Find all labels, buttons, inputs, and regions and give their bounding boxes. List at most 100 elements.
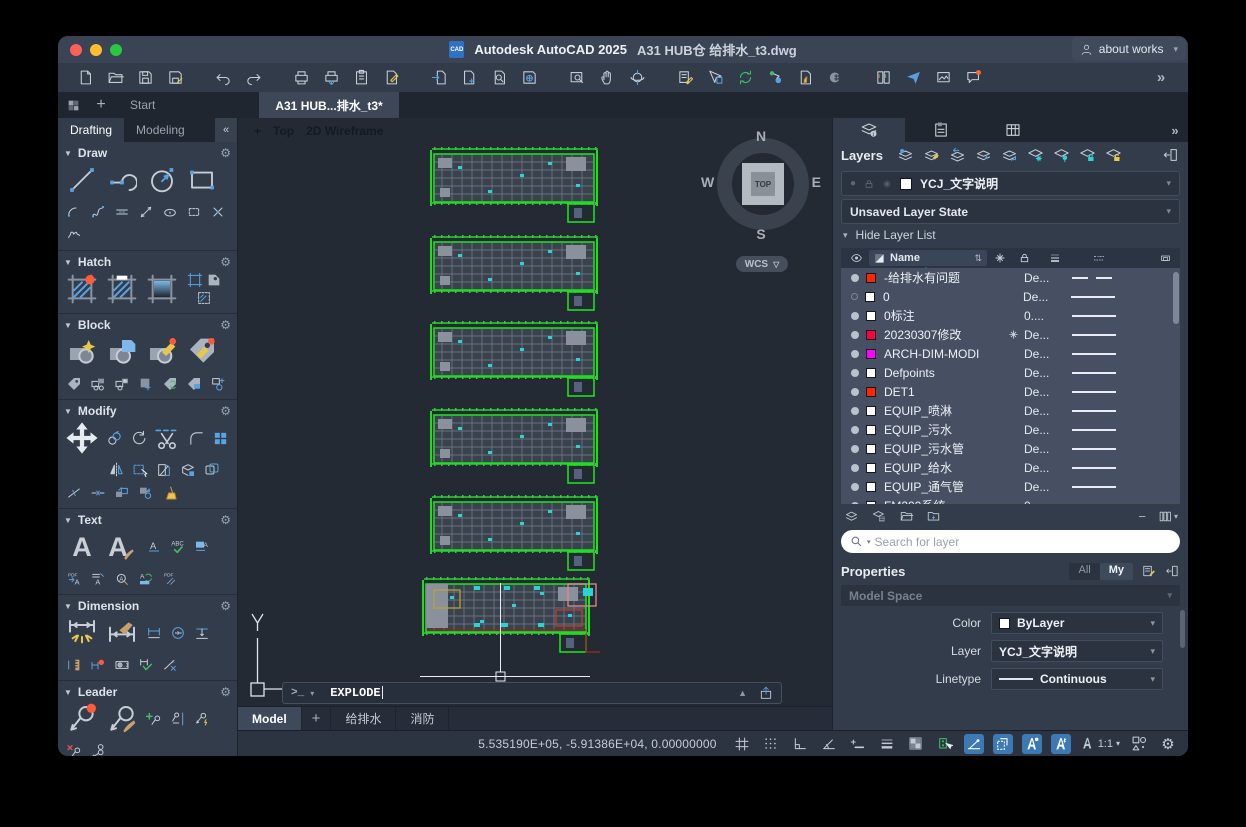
linetype-column-icon[interactable] [1075, 252, 1123, 264]
layer-linetype-label[interactable]: De... [1024, 423, 1066, 437]
drawing-canvas[interactable]: + Top 2D Wireframe [238, 118, 832, 730]
section-collapse-icon[interactable]: ▼ [64, 407, 72, 416]
layer-previous-button[interactable] [948, 146, 967, 164]
view-cube-south[interactable]: S [715, 226, 807, 242]
selection-cycling-toggle[interactable] [935, 734, 955, 754]
layer-list-scrollbar[interactable] [1173, 272, 1179, 324]
object-snap-tracking-toggle[interactable] [993, 734, 1013, 754]
layer-row[interactable]: EQUIP_通气管 De... [841, 477, 1180, 496]
gear-icon[interactable]: ⚙ [220, 318, 231, 332]
properties-scrollbar[interactable] [1180, 610, 1185, 648]
snap-mode-toggle[interactable] [761, 734, 781, 754]
sync-button[interactable] [732, 66, 758, 90]
layer-name[interactable]: 20230307修改 [884, 326, 1002, 343]
layer-visibility-dot[interactable] [851, 407, 859, 415]
new-layout-button[interactable]: + [302, 707, 332, 730]
collect-leaders-tool[interactable] [88, 741, 108, 756]
tab-start[interactable]: Start [114, 92, 171, 118]
layer-color-swatch[interactable] [866, 501, 876, 505]
new-tab-button[interactable]: + [88, 92, 114, 118]
layer-field-dropdown[interactable]: YCJ_文字说明 ▾ [991, 640, 1163, 662]
text-style-tool[interactable]: A [192, 538, 212, 557]
layer-visibility-dot[interactable] [851, 502, 859, 505]
tolerance-tool[interactable] [206, 272, 222, 288]
lock-layer-button[interactable] [1078, 146, 1097, 164]
layer-row[interactable]: -给排水有问题 De... [841, 268, 1180, 287]
ellipse-tool[interactable] [160, 202, 180, 221]
close-window-button[interactable] [70, 44, 82, 56]
toolbar-overflow-button[interactable]: » [1148, 66, 1174, 90]
edit-attribute-tool[interactable] [184, 334, 220, 370]
explode-tool[interactable] [178, 460, 198, 479]
boundary-tool[interactable] [187, 272, 203, 288]
radius-dimension-tool[interactable] [168, 624, 188, 643]
insert-block-tool[interactable] [64, 334, 100, 370]
layer-visibility-dot[interactable] [851, 464, 859, 472]
layer-search[interactable]: ▾ [841, 530, 1180, 553]
offset-tool[interactable] [202, 460, 222, 479]
section-collapse-icon[interactable]: ▼ [64, 321, 72, 330]
tab-layout-plumbing[interactable]: 给排水 [331, 707, 396, 730]
workspace-switching-button[interactable] [1129, 734, 1149, 754]
name-column-header[interactable]: Name ⇅ [869, 250, 987, 266]
align-tool[interactable] [112, 483, 132, 502]
revision-cloud-tool[interactable] [64, 225, 84, 244]
linetype-field-dropdown[interactable]: Continuous ▾ [991, 668, 1163, 690]
mtext-tool[interactable]: A [64, 529, 100, 565]
layer-row[interactable]: 20230307修改 De... [841, 325, 1180, 344]
gallery-button[interactable] [930, 66, 956, 90]
properties-filter-my[interactable]: My [1100, 563, 1133, 580]
auto-annotation-scale-toggle[interactable] [1051, 734, 1071, 754]
attribute-tag-tool[interactable] [64, 374, 84, 393]
freeze-column-icon[interactable] [989, 252, 1011, 264]
layer-row[interactable]: EQUIP_喷淋 De... [841, 401, 1180, 420]
line-tool[interactable] [64, 162, 100, 198]
shared-views-button[interactable] [762, 66, 788, 90]
block-sync-tool[interactable] [160, 374, 180, 393]
view-cube[interactable]: N S W E TOP [715, 132, 815, 236]
layer-visibility-dot[interactable] [851, 331, 859, 339]
quick-select-button[interactable] [702, 66, 728, 90]
dimension-break-tool[interactable]: x [160, 655, 180, 674]
layer-name[interactable]: 0标注 [884, 307, 1002, 324]
section-collapse-icon[interactable]: ▼ [64, 149, 72, 158]
edit-multileader-tool[interactable] [104, 701, 140, 737]
plot-button[interactable] [288, 66, 314, 90]
layer-color-swatch[interactable] [866, 425, 876, 435]
baseline-dimension-tool[interactable] [192, 624, 212, 643]
undo-button[interactable] [210, 66, 236, 90]
layer-visibility-dot[interactable] [851, 369, 859, 377]
mirror-tool[interactable] [106, 460, 126, 479]
layer-visibility-dot[interactable] [851, 312, 859, 320]
isometric-drafting-toggle[interactable] [964, 734, 984, 754]
tab-sheet-sets-palette[interactable] [905, 118, 977, 142]
gear-icon[interactable]: ⚙ [220, 255, 231, 269]
trim-tool[interactable] [152, 420, 182, 456]
layer-name[interactable]: -给排水有问题 [884, 269, 1002, 286]
layer-off-button[interactable] [1052, 146, 1071, 164]
leader-spark-tool[interactable] [192, 710, 212, 729]
account-menu-button[interactable]: about works ▾ [1072, 37, 1186, 61]
search-filter-caret-icon[interactable]: ▾ [867, 538, 871, 546]
attach-reference-button[interactable] [456, 66, 482, 90]
pdf-export-text-tool[interactable]: PDF [160, 569, 180, 588]
layer-freeze-icon[interactable] [1002, 329, 1024, 340]
redo-button[interactable] [240, 66, 266, 90]
minimize-window-button[interactable] [90, 44, 102, 56]
layer-row[interactable]: EQUIP_给水 De... [841, 458, 1180, 477]
layer-name[interactable]: EQUIP_喷淋 [884, 402, 1002, 419]
layer-visibility-dot[interactable] [851, 293, 858, 300]
isolate-layer-button[interactable] [974, 146, 993, 164]
create-block-tool[interactable] [104, 334, 140, 370]
new-layer-button[interactable] [843, 509, 860, 524]
layer-row[interactable]: 0标注 0.... [841, 306, 1180, 325]
section-collapse-icon[interactable]: ▼ [64, 516, 72, 525]
layer-row[interactable]: ARCH-DIM-MODI De... [841, 344, 1180, 363]
join-tool[interactable] [88, 483, 108, 502]
batch-plot-button[interactable] [318, 66, 344, 90]
color-field-dropdown[interactable]: ByLayer ▾ [991, 612, 1163, 634]
layer-color-swatch[interactable] [866, 463, 876, 473]
panel-overflow-button[interactable]: » [1162, 118, 1188, 142]
command-line[interactable]: >_ ▾ EXPLODE ▲ [282, 682, 782, 704]
block-save-tool[interactable] [112, 374, 132, 393]
